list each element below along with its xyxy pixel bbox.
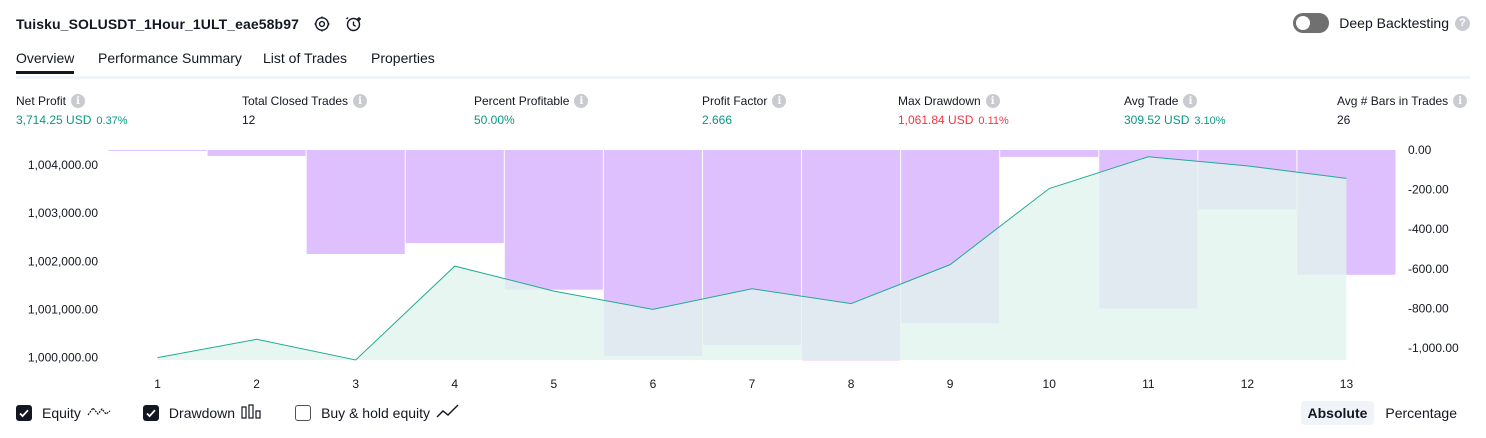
metric-value: 309.52 USD — [1124, 113, 1190, 127]
legend-equity[interactable]: Equity — [16, 403, 111, 422]
tab-bar: Overview Performance Summary List of Tra… — [16, 46, 1470, 79]
legend-buy-hold-label: Buy & hold equity — [321, 404, 431, 421]
metric-value: 12 — [242, 113, 256, 127]
right-axis-tick-label: -800.00 — [1408, 301, 1449, 315]
info-icon[interactable]: i — [985, 94, 1000, 108]
info-icon[interactable]: i — [1453, 94, 1468, 108]
metric-label: Net Profit — [16, 94, 67, 108]
equity-drawdown-chart: 1,000,000.00 1,001,000.00 1,002,000.00 1,00… — [28, 143, 1459, 391]
drawdown-bar — [306, 150, 405, 255]
x-axis-tick-label: 5 — [551, 377, 558, 391]
metric-value: 3,714.25 USD — [16, 113, 92, 127]
right-axis-tick-label: 0.00 — [1408, 143, 1432, 157]
deep-backtesting-toggle[interactable] — [1293, 13, 1330, 33]
right-axis-tick-label: -600.00 — [1408, 262, 1449, 276]
right-axis-tick-label: -400.00 — [1408, 222, 1449, 236]
drawdown-bar — [405, 150, 504, 244]
chart-legend: Equity Drawdown Buy & hold equity — [16, 403, 492, 422]
legend-buy-hold[interactable]: Buy & hold equity — [295, 403, 460, 422]
drawdown-checkbox[interactable] — [142, 404, 159, 421]
metric-label: Avg Trade — [1124, 94, 1179, 108]
drawdown-bar — [1000, 150, 1099, 157]
drawdown-bars-icon — [241, 403, 263, 422]
x-axis-tick-label: 12 — [1241, 377, 1255, 391]
tab-performance-summary[interactable]: Performance Summary — [98, 50, 242, 66]
metric-label: Avg # Bars in Trades — [1337, 94, 1449, 108]
x-axis-tick-label: 13 — [1340, 377, 1354, 391]
metric-avg-bars-in-trades: Avg # Bars in Trades i 26 — [1337, 94, 1468, 127]
equity-line-icon — [87, 403, 111, 422]
left-axis-tick-label: 1,002,000.00 — [28, 254, 98, 268]
right-axis-tick-label: -1,000.00 — [1408, 341, 1459, 355]
left-axis-tick-label: 1,001,000.00 — [28, 302, 98, 316]
strategy-title: Tuisku_SOLUSDT_1Hour_1ULT_eae58b97 — [16, 16, 299, 32]
drawdown-bar — [504, 150, 603, 290]
info-icon[interactable]: i — [71, 94, 86, 108]
tab-properties[interactable]: Properties — [371, 50, 435, 66]
settings-gear-icon[interactable] — [313, 15, 331, 33]
buy-hold-line-icon — [436, 403, 460, 422]
x-axis-tick-label: 8 — [848, 377, 855, 391]
mode-percentage-button[interactable]: Percentage — [1378, 401, 1464, 425]
metric-value: 1,061.84 USD — [898, 113, 974, 127]
left-axis-tick-label: 1,003,000.00 — [28, 206, 98, 220]
metric-label: Total Closed Trades — [242, 94, 349, 108]
scale-mode-switch: Absolute Percentage — [1297, 401, 1465, 425]
x-axis-tick-label: 4 — [451, 377, 458, 391]
strategy-header: Tuisku_SOLUSDT_1Hour_1ULT_eae58b97 — [16, 12, 363, 36]
x-axis-tick-label: 2 — [253, 377, 260, 391]
equity-checkbox[interactable] — [16, 404, 32, 421]
metric-avg-trade: Avg Trade i 309.52 USD 3.10% — [1124, 94, 1226, 127]
buy-hold-checkbox[interactable] — [295, 404, 312, 421]
x-axis-tick-label: 11 — [1142, 377, 1155, 391]
legend-drawdown-label: Drawdown — [168, 404, 236, 421]
help-icon[interactable]: ? — [1455, 15, 1470, 31]
x-axis-tick-label: 6 — [650, 377, 657, 391]
left-axis-tick-label: 1,004,000.00 — [28, 158, 98, 172]
metric-value: 50.00% — [474, 113, 515, 127]
deep-backtesting: Deep Backtesting ? — [1293, 13, 1470, 33]
x-axis-tick-label: 1 — [154, 377, 161, 391]
toggle-knob — [1296, 16, 1311, 30]
info-icon[interactable]: i — [574, 94, 589, 108]
metric-percent-profitable: Percent Profitable i 50.00% — [474, 94, 589, 127]
metric-value: 2.666 — [702, 113, 733, 127]
metric-percent: 0.11% — [978, 115, 1009, 127]
metric-percent: 0.37% — [96, 115, 128, 127]
add-alert-clock-icon[interactable] — [345, 15, 363, 33]
metric-net-profit: Net Profit i 3,714.25 USD 0.37% — [16, 94, 128, 127]
x-axis-tick-label: 10 — [1043, 377, 1057, 391]
info-icon[interactable]: i — [353, 94, 368, 108]
drawdown-bar — [108, 150, 207, 151]
left-axis-tick-label: 1,000,000.00 — [28, 351, 98, 365]
metric-max-drawdown: Max Drawdown i 1,061.84 USD 0.11% — [898, 94, 1009, 127]
x-axis-tick-label: 3 — [352, 377, 359, 391]
x-axis-tick-label: 9 — [947, 377, 954, 391]
info-icon[interactable]: i — [772, 94, 787, 108]
metric-total-closed-trades: Total Closed Trades i 12 — [242, 94, 368, 127]
metric-label: Percent Profitable — [474, 94, 570, 108]
info-icon[interactable]: i — [1183, 94, 1198, 108]
x-axis-tick-label: 7 — [749, 377, 756, 391]
right-axis-tick-label: -200.00 — [1408, 183, 1449, 197]
tab-overview[interactable]: Overview — [16, 50, 75, 74]
tab-list-of-trades[interactable]: List of Trades — [263, 50, 347, 66]
drawdown-bar — [207, 150, 306, 156]
metric-percent: 3.10% — [1194, 115, 1226, 127]
legend-drawdown[interactable]: Drawdown — [142, 403, 263, 422]
metric-value: 26 — [1337, 113, 1351, 127]
metric-label: Max Drawdown — [898, 94, 981, 108]
metric-label: Profit Factor — [702, 94, 768, 108]
mode-absolute-button[interactable]: Absolute — [1300, 401, 1375, 425]
deep-backtesting-label: Deep Backtesting — [1339, 15, 1449, 31]
metric-profit-factor: Profit Factor i 2.666 — [702, 94, 787, 127]
legend-equity-label: Equity — [42, 404, 81, 421]
